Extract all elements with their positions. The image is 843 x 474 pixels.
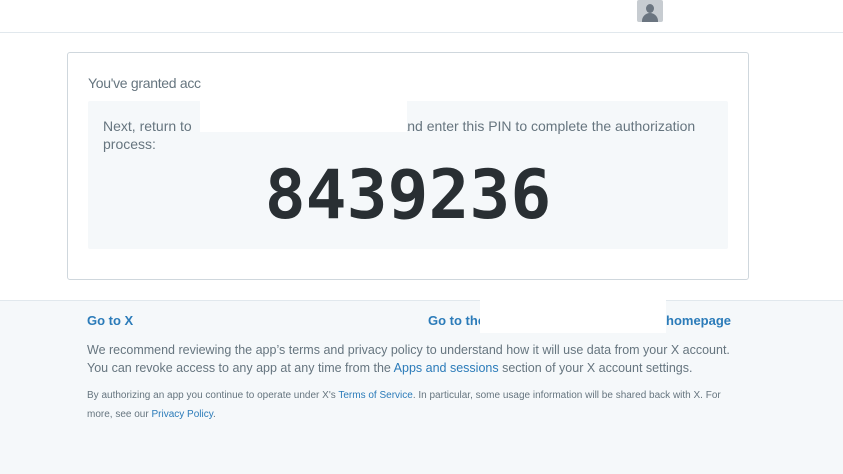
homepage-label: homepage xyxy=(666,313,732,328)
avatar-shoulders xyxy=(642,13,658,22)
recommend-line-2b: section of your X account settings. xyxy=(498,361,693,375)
apps-and-sessions-link[interactable]: Apps and sessions xyxy=(394,361,499,375)
pin-code: 8439236 xyxy=(264,156,552,235)
authorization-card: You've granted acc Next, return to and e… xyxy=(67,52,749,280)
recommend-line-1: We recommend reviewing the app’s terms a… xyxy=(87,343,730,357)
pin-box: Next, return to and enter this PIN to co… xyxy=(88,101,728,249)
go-to-homepage-link[interactable]: Go to the homepage xyxy=(428,313,731,328)
pin-instruction: Next, return to and enter this PIN to co… xyxy=(103,117,723,153)
recommendation-text: We recommend reviewing the app’s terms a… xyxy=(87,341,747,377)
redaction-block-footer xyxy=(480,297,666,333)
footer: Go to X Go to the homepage We recommend r… xyxy=(0,300,843,474)
avatar-head xyxy=(646,4,654,13)
smallprint-part-3: . xyxy=(212,409,216,420)
go-to-the-label: Go to the xyxy=(428,313,486,328)
granted-access-text: You've granted acc xyxy=(88,75,201,91)
instruction-before: Next, return to xyxy=(103,118,192,134)
user-avatar-icon[interactable] xyxy=(637,0,663,22)
redaction-block xyxy=(200,98,407,132)
privacy-policy-link[interactable]: Privacy Policy xyxy=(151,409,213,420)
legal-smallprint: By authorizing an app you continue to op… xyxy=(87,386,737,424)
smallprint-part-1: By authorizing an app you continue to op… xyxy=(87,390,339,401)
top-bar xyxy=(0,0,843,33)
recommend-line-2a: You can revoke access to any app at any … xyxy=(87,361,394,375)
go-to-x-link[interactable]: Go to X xyxy=(87,313,133,328)
terms-of-service-link[interactable]: Terms of Service xyxy=(338,390,412,401)
